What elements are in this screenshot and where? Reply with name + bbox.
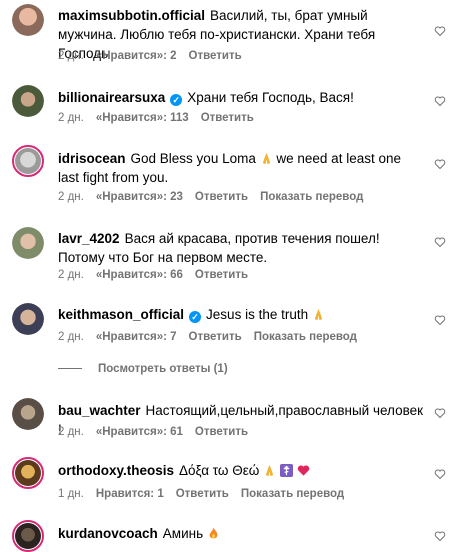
comment-username[interactable]: maximsubbotin.official — [58, 8, 205, 23]
heart-icon[interactable] — [434, 468, 446, 480]
reply-button[interactable]: Ответить — [189, 331, 242, 343]
comment-likes-count[interactable]: «Нравится»: 113 — [96, 112, 189, 124]
comment-time[interactable]: 2 дн. — [58, 50, 84, 62]
comment-likes-count[interactable]: «Нравится»: 2 — [96, 50, 177, 62]
reply-button[interactable]: Ответить — [189, 50, 242, 62]
comment-time[interactable]: 2 дн. — [58, 426, 84, 438]
divider-line — [58, 368, 82, 370]
comment-username[interactable]: kurdanovcoach — [58, 526, 158, 541]
avatar[interactable] — [12, 520, 44, 552]
avatar[interactable] — [12, 145, 44, 177]
comment-username[interactable]: bau_wachter — [58, 403, 141, 418]
comment-username[interactable]: idrisocean — [58, 151, 126, 166]
comment-username[interactable]: billionairearsuxa — [58, 90, 165, 105]
comment-text: Δόξα τω Θεώ — [179, 463, 260, 478]
comment-time[interactable]: 2 дн. — [58, 191, 84, 203]
comment-likes-count[interactable]: «Нравится»: 61 — [96, 426, 183, 438]
praying-hands-emoji — [262, 152, 270, 165]
comment-time[interactable]: 1 дн. — [58, 488, 84, 500]
view-replies-label: Посмотреть ответы (1) — [98, 363, 228, 375]
comment-time[interactable]: 2 дн. — [58, 331, 84, 343]
reply-button[interactable]: Ответить — [195, 269, 248, 281]
show-translation-button[interactable]: Показать перевод — [241, 488, 344, 500]
comment-username[interactable]: orthodoxy.theosis — [58, 463, 174, 478]
comment-text: Аминь — [162, 526, 204, 541]
praying-hands-emoji — [265, 464, 274, 477]
heart-icon[interactable] — [434, 314, 446, 326]
show-translation-button[interactable]: Показать перевод — [254, 331, 357, 343]
avatar[interactable] — [12, 85, 44, 117]
reply-button[interactable]: Ответить — [195, 191, 248, 203]
avatar[interactable] — [12, 398, 44, 430]
verified-badge-icon: ✓ — [170, 94, 183, 106]
reply-button[interactable]: Ответить — [176, 488, 229, 500]
avatar[interactable] — [12, 457, 44, 489]
avatar[interactable] — [12, 303, 44, 335]
reply-button[interactable]: Ответить — [195, 426, 248, 438]
avatar[interactable] — [12, 227, 44, 259]
comment-likes-count[interactable]: «Нравится»: 23 — [96, 191, 183, 203]
avatar[interactable] — [12, 4, 44, 36]
comment-text: God Bless you Loma — [130, 151, 256, 166]
show-translation-button[interactable]: Показать перевод — [260, 191, 363, 203]
orthodox-cross-emoji — [279, 464, 293, 477]
praying-hands-emoji — [314, 308, 323, 321]
red-heart-emoji — [297, 465, 309, 476]
heart-icon[interactable] — [434, 25, 446, 37]
comment-time[interactable]: 2 дн. — [58, 269, 84, 281]
heart-icon[interactable] — [434, 236, 446, 248]
comment-username[interactable]: lavr_4202 — [58, 231, 120, 246]
comment-likes-count[interactable]: «Нравится»: 7 — [96, 331, 177, 343]
reply-button[interactable]: Ответить — [201, 112, 254, 124]
comment-username[interactable]: keithmason_official — [58, 307, 184, 322]
verified-badge-icon: ✓ — [189, 311, 202, 323]
heart-icon[interactable] — [434, 407, 446, 419]
fire-emoji — [209, 527, 218, 539]
heart-icon[interactable] — [434, 530, 446, 542]
comment-likes-count[interactable]: «Нравится»: 66 — [96, 269, 183, 281]
comment-text: Храни тебя Господь, Вася! — [187, 90, 354, 105]
heart-icon[interactable] — [434, 95, 446, 107]
comment-likes-count[interactable]: Нравится: 1 — [96, 488, 164, 500]
comment-text: Jesus is the truth — [206, 307, 309, 322]
comment-time[interactable]: 2 дн. — [58, 112, 84, 124]
view-replies-button[interactable]: Посмотреть ответы (1) — [58, 363, 228, 375]
heart-icon[interactable] — [434, 158, 446, 170]
